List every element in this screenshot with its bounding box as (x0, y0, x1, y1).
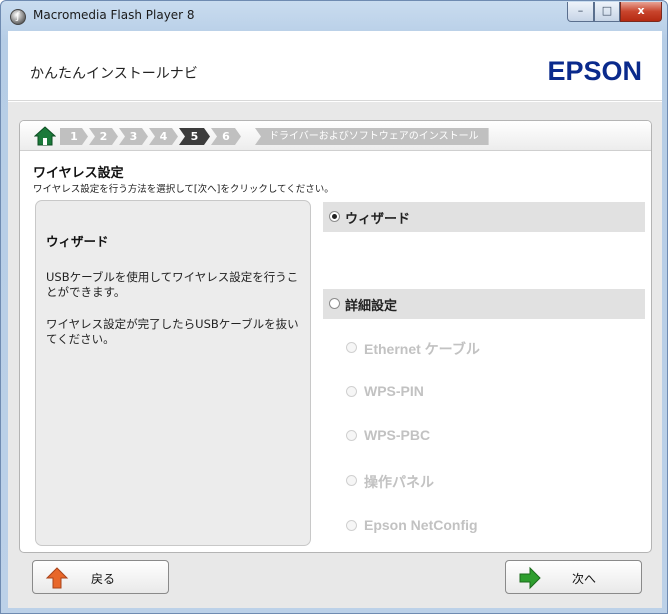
section-instructions: ワイヤレス設定を行う方法を選択して[次へ]をクリックしてください。 (33, 184, 334, 195)
wps-pbc-label: WPS-PBC (364, 427, 431, 443)
settings-panel: 1 2 3 4 5 6 ドライバーおよびソフトウェアのインストール ワイヤレス設… (19, 120, 652, 553)
wps-pbc-radio (346, 430, 357, 441)
flash-player-icon: ƒ (10, 9, 26, 25)
close-button[interactable]: x (620, 2, 662, 22)
description-text-1: USBケーブルを使用してワイヤレス設定を行うことができます。 (46, 270, 299, 299)
description-text-2: ワイヤレス設定が完了したらUSBケーブルを抜いてください。 (46, 317, 299, 346)
control-panel-label: 操作パネル (364, 474, 434, 490)
step-2: 2 (89, 128, 118, 145)
step-6: 6 (211, 128, 241, 145)
step-5: 5 (179, 128, 210, 145)
advanced-radio[interactable] (329, 298, 340, 309)
step-3: 3 (119, 128, 148, 145)
content-area: 1 2 3 4 5 6 ドライバーおよびソフトウェアのインストール ワイヤレス設… (8, 102, 662, 608)
advanced-label: 詳細設定 (345, 299, 398, 314)
back-button[interactable]: 戻る (32, 560, 169, 594)
option-wps-pin: WPS-PIN (323, 377, 645, 407)
step-navigation: 1 2 3 4 5 6 ドライバーおよびソフトウェアのインストール (20, 121, 651, 151)
app-header: かんたんインストールナビ EPSON (8, 31, 662, 101)
app-client-area: かんたんインストールナビ EPSON 1 2 3 4 5 6 ドライバーおよびソ… (8, 31, 662, 608)
right-arrow-icon (519, 566, 541, 590)
option-netconfig: Epson NetConfig (323, 511, 645, 541)
netconfig-radio (346, 520, 357, 531)
netconfig-label: Epson NetConfig (364, 517, 478, 533)
description-title: ウィザード (46, 234, 109, 249)
app-title: かんたんインストールナビ (30, 66, 198, 82)
epson-logo: EPSON (547, 56, 642, 86)
option-ethernet: Ethernet ケーブル (323, 333, 645, 363)
next-button-label: 次へ (572, 572, 597, 586)
wps-pin-label: WPS-PIN (364, 383, 424, 399)
up-arrow-icon (45, 567, 69, 589)
ethernet-radio (346, 342, 357, 353)
minimize-button[interactable]: – (567, 2, 594, 22)
wizard-label: ウィザード (345, 212, 411, 227)
option-control-panel: 操作パネル (323, 466, 645, 496)
window-title: Macromedia Flash Player 8 (33, 8, 195, 22)
description-box: ウィザード USBケーブルを使用してワイヤレス設定を行うことができます。 ワイヤ… (35, 200, 311, 546)
home-icon[interactable] (34, 126, 56, 146)
step-4: 4 (149, 128, 178, 145)
next-button[interactable]: 次へ (505, 560, 642, 594)
title-bar[interactable]: ƒ Macromedia Flash Player 8 – □ x (1, 1, 667, 31)
option-wizard[interactable]: ウィザード (323, 202, 645, 232)
ethernet-label: Ethernet ケーブル (364, 341, 480, 357)
step-driver-install: ドライバーおよびソフトウェアのインストール (255, 128, 489, 145)
option-wps-pbc: WPS-PBC (323, 421, 645, 451)
control-panel-radio (346, 475, 357, 486)
option-advanced[interactable]: 詳細設定 (323, 289, 645, 319)
back-button-label: 戻る (91, 572, 116, 586)
wps-pin-radio (346, 386, 357, 397)
wizard-radio[interactable] (329, 211, 340, 222)
app-window: ƒ Macromedia Flash Player 8 – □ x かんたんイン… (0, 0, 668, 614)
section-title: ワイヤレス設定 (33, 166, 124, 181)
step-1: 1 (60, 128, 88, 145)
maximize-button[interactable]: □ (594, 2, 620, 22)
